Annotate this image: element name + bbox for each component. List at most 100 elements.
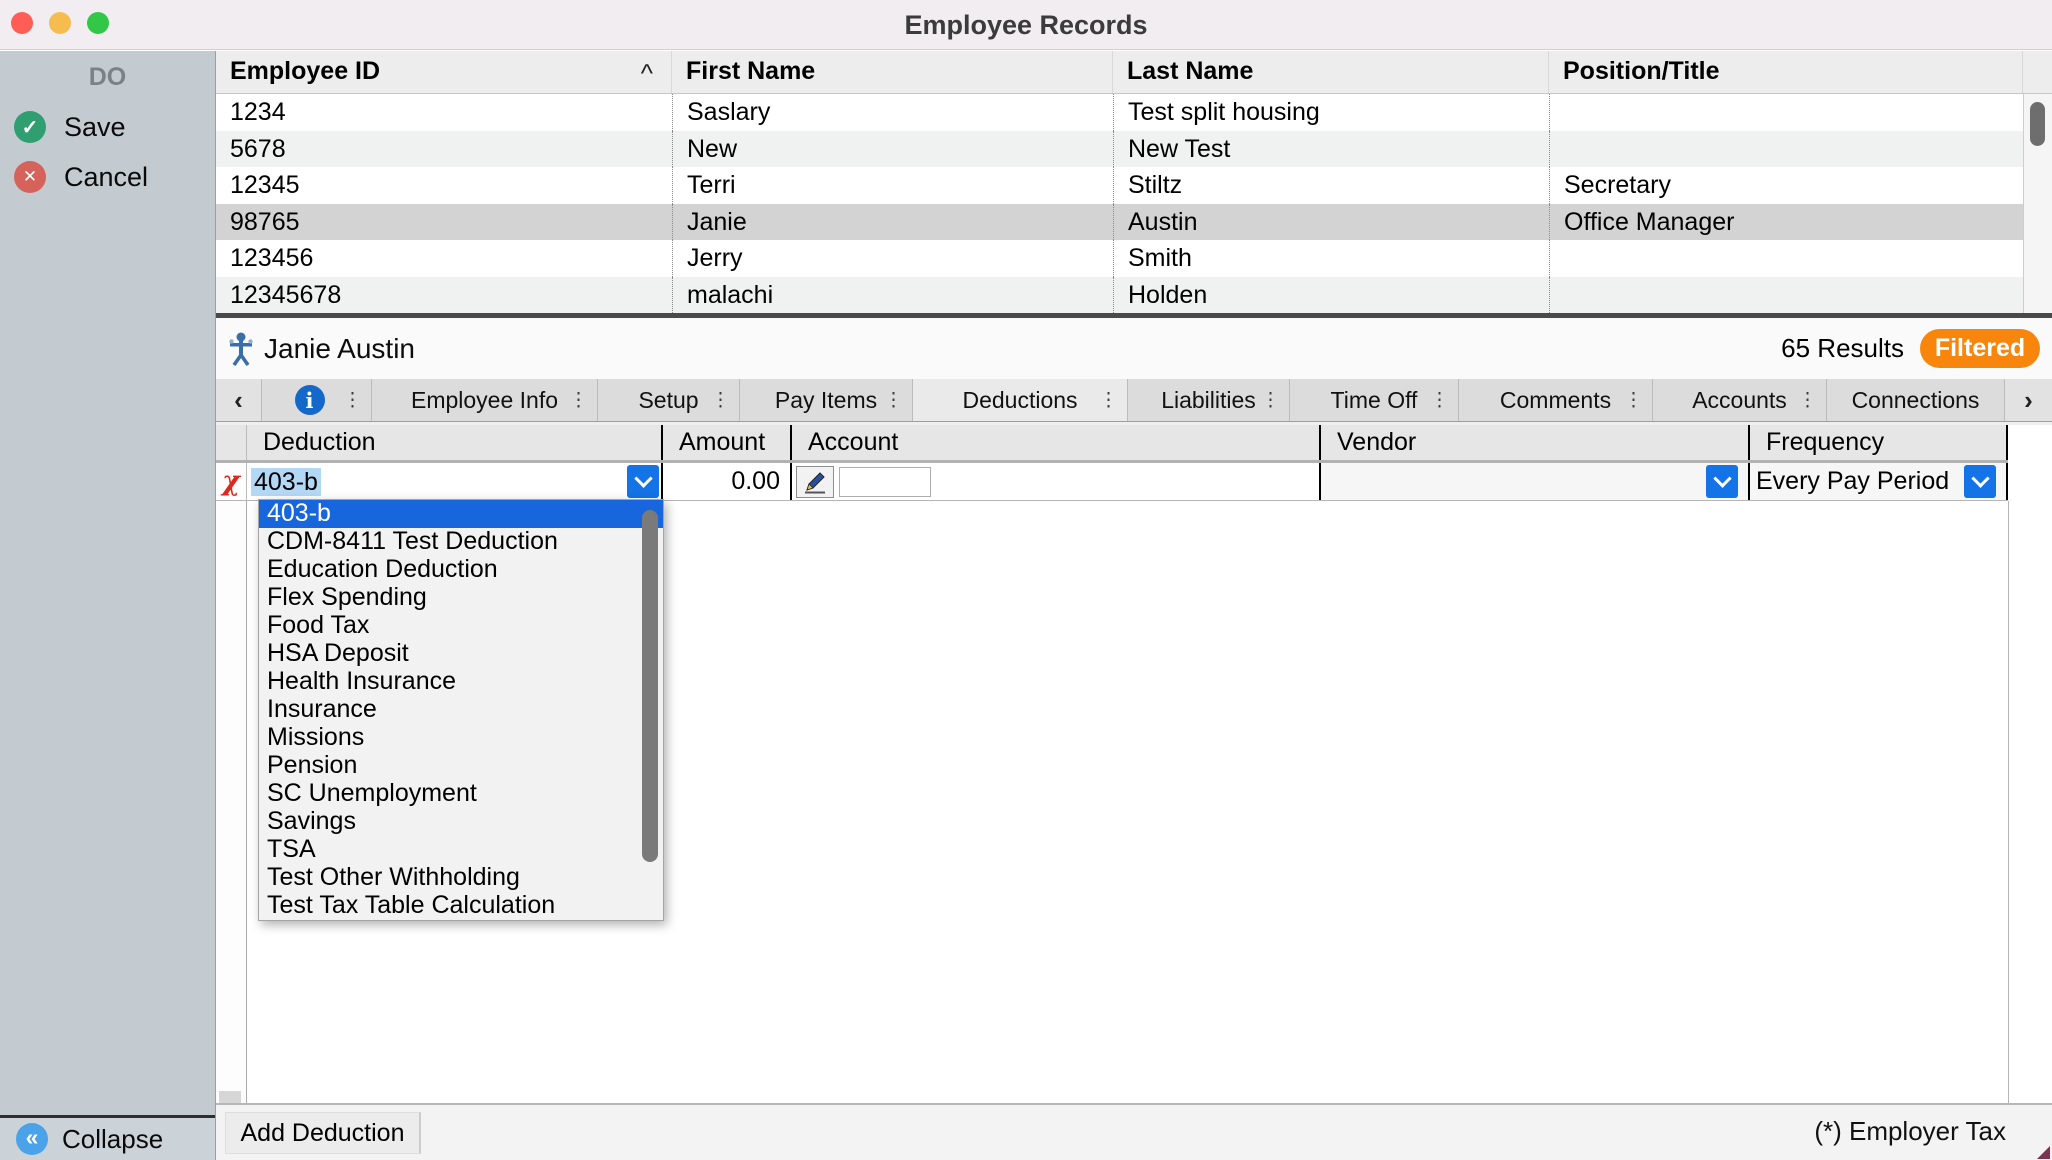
- chevron-down-icon: [1971, 469, 1989, 487]
- frequency-combobox[interactable]: Every Pay Period: [1748, 463, 2008, 500]
- tab-drag-handle-icon[interactable]: ⋮: [343, 389, 362, 412]
- column-header-employee-id[interactable]: Employee ID ^: [216, 51, 672, 93]
- save-label: Save: [64, 112, 126, 143]
- tab-time-off[interactable]: Time Off ⋮: [1290, 379, 1459, 421]
- dropdown-option[interactable]: TSA: [259, 836, 663, 864]
- dropdown-option[interactable]: Health Insurance: [259, 668, 663, 696]
- tab-drag-handle-icon[interactable]: ⋮: [1261, 389, 1280, 412]
- dropdown-option[interactable]: Missions: [259, 724, 663, 752]
- check-icon: ✓: [14, 111, 46, 143]
- dropdown-option[interactable]: Savings: [259, 808, 663, 836]
- column-header-account[interactable]: Account: [790, 425, 1319, 460]
- dropdown-option[interactable]: Food Tax: [259, 612, 663, 640]
- deduction-dropdown-button[interactable]: [627, 465, 659, 498]
- selected-employee-name: Janie Austin: [264, 318, 415, 379]
- dropdown-option[interactable]: Flex Spending: [259, 584, 663, 612]
- column-header-amount[interactable]: Amount: [661, 425, 790, 460]
- table-row[interactable]: 12345 Terri Stiltz Secretary: [216, 167, 2023, 204]
- dropdown-option[interactable]: Pension: [259, 752, 663, 780]
- collapse-button[interactable]: « Collapse: [0, 1115, 215, 1160]
- column-header-first-name[interactable]: First Name: [672, 51, 1113, 93]
- tab-deductions[interactable]: Deductions ⋮: [913, 379, 1128, 421]
- deduction-dropdown-list: 403-b CDM-8411 Test Deduction Education …: [258, 499, 664, 921]
- chevron-down-icon: [634, 469, 652, 487]
- column-header-last-name[interactable]: Last Name: [1113, 51, 1549, 93]
- tab-drag-handle-icon[interactable]: ⋮: [1798, 389, 1817, 412]
- dropdown-option[interactable]: Test Tax Table Calculation: [259, 892, 663, 920]
- tabs-scroll-right-button[interactable]: ›: [2005, 379, 2052, 421]
- titlebar: Employee Records: [0, 0, 2052, 50]
- cancel-button[interactable]: ✕ Cancel: [14, 161, 148, 193]
- table-row-selected[interactable]: 98765 Janie Austin Office Manager: [216, 204, 2023, 241]
- deduction-value: 403-b: [251, 468, 321, 496]
- header-corner: [2023, 51, 2052, 93]
- tabs-scroll-left-button[interactable]: ‹: [216, 379, 262, 421]
- window-title: Employee Records: [0, 0, 2052, 50]
- dropdown-scrollbar-thumb[interactable]: [642, 510, 658, 862]
- vendor-dropdown-button[interactable]: [1706, 465, 1738, 498]
- tab-drag-handle-icon[interactable]: ⋮: [1430, 389, 1449, 412]
- employee-table-scrollbar[interactable]: [2023, 94, 2052, 313]
- row-tools-column-header: [216, 425, 247, 460]
- app-window: Employee Records DO ✓ Save ✕ Cancel « Co…: [0, 0, 2052, 1160]
- window-resize-grip[interactable]: [2037, 1146, 2050, 1159]
- tab-drag-handle-icon[interactable]: ⋮: [884, 389, 903, 412]
- sidebar-header: DO: [0, 63, 215, 92]
- add-deduction-button[interactable]: Add Deduction: [225, 1112, 421, 1154]
- column-header-position[interactable]: Position/Title: [1549, 51, 2023, 93]
- dropdown-option[interactable]: HSA Deposit: [259, 640, 663, 668]
- tab-liabilities[interactable]: Liabilities ⋮: [1128, 379, 1290, 421]
- double-chevron-left-icon: «: [16, 1123, 48, 1155]
- column-header-vendor[interactable]: Vendor: [1319, 425, 1748, 460]
- amount-field[interactable]: 0.00: [661, 463, 790, 500]
- column-header-frequency[interactable]: Frequency: [1748, 425, 2008, 460]
- account-input[interactable]: [839, 467, 931, 497]
- chevron-down-icon: [1713, 469, 1731, 487]
- dropdown-option-selected[interactable]: 403-b: [259, 500, 663, 528]
- selected-employee-bar: Janie Austin 65 Results Filtered: [216, 318, 2052, 379]
- employee-table-header: Employee ID ^ First Name Last Name Posit…: [216, 51, 2052, 94]
- frequency-value: Every Pay Period: [1756, 463, 1949, 499]
- table-row[interactable]: 5678 New New Test: [216, 131, 2023, 168]
- dropdown-option[interactable]: Insurance: [259, 696, 663, 724]
- filtered-badge[interactable]: Filtered: [1920, 329, 2040, 368]
- sidebar: DO ✓ Save ✕ Cancel « Collapse: [0, 51, 216, 1160]
- frequency-dropdown-button[interactable]: [1964, 465, 1996, 498]
- tab-drag-handle-icon[interactable]: ⋮: [1099, 389, 1118, 412]
- save-button[interactable]: ✓ Save: [14, 111, 126, 143]
- table-row[interactable]: 1234 Saslary Test split housing: [216, 94, 2023, 131]
- vendor-combobox[interactable]: [1319, 463, 1748, 500]
- tab-drag-handle-icon[interactable]: ⋮: [1624, 389, 1643, 412]
- results-count: 65 Results: [1781, 318, 1904, 379]
- dropdown-option[interactable]: Education Deduction: [259, 556, 663, 584]
- dropdown-option[interactable]: SC Unemployment: [259, 780, 663, 808]
- tab-comments[interactable]: Comments ⋮: [1459, 379, 1653, 421]
- tab-info[interactable]: i ⋮: [262, 379, 372, 421]
- tab-drag-handle-icon[interactable]: ⋮: [711, 389, 730, 412]
- tab-drag-handle-icon[interactable]: ⋮: [569, 389, 588, 412]
- cross-icon: ✕: [14, 161, 46, 193]
- tab-setup[interactable]: Setup ⋮: [598, 379, 740, 421]
- tab-pay-items[interactable]: Pay Items ⋮: [740, 379, 913, 421]
- main-panel: Employee ID ^ First Name Last Name Posit…: [216, 51, 2052, 1160]
- column-header-deduction[interactable]: Deduction: [247, 425, 661, 460]
- tab-accounts[interactable]: Accounts ⋮: [1653, 379, 1827, 421]
- scrollbar-thumb[interactable]: [2030, 102, 2045, 146]
- dropdown-option[interactable]: Test Other Withholding: [259, 864, 663, 892]
- employer-tax-note: (*) Employer Tax: [1814, 1105, 2006, 1158]
- table-row[interactable]: 123456 Jerry Smith: [216, 240, 2023, 277]
- table-row[interactable]: 12345678 malachi Holden: [216, 277, 2023, 314]
- dropdown-option[interactable]: CDM-8411 Test Deduction: [259, 528, 663, 556]
- tab-employee-info[interactable]: Employee Info ⋮: [372, 379, 598, 421]
- account-cell: [790, 463, 1319, 500]
- delete-icon: χ: [222, 468, 240, 495]
- tab-connections[interactable]: Connections: [1827, 379, 2005, 421]
- deduction-combobox[interactable]: 403-b: [247, 463, 661, 500]
- delete-deduction-button[interactable]: χ: [216, 463, 247, 500]
- pencil-icon: [803, 470, 827, 494]
- sort-ascending-icon: ^: [641, 53, 653, 93]
- amount-value: 0.00: [731, 463, 780, 499]
- edit-account-button[interactable]: [796, 466, 834, 498]
- collapse-label: Collapse: [62, 1124, 163, 1155]
- person-icon: [228, 332, 254, 366]
